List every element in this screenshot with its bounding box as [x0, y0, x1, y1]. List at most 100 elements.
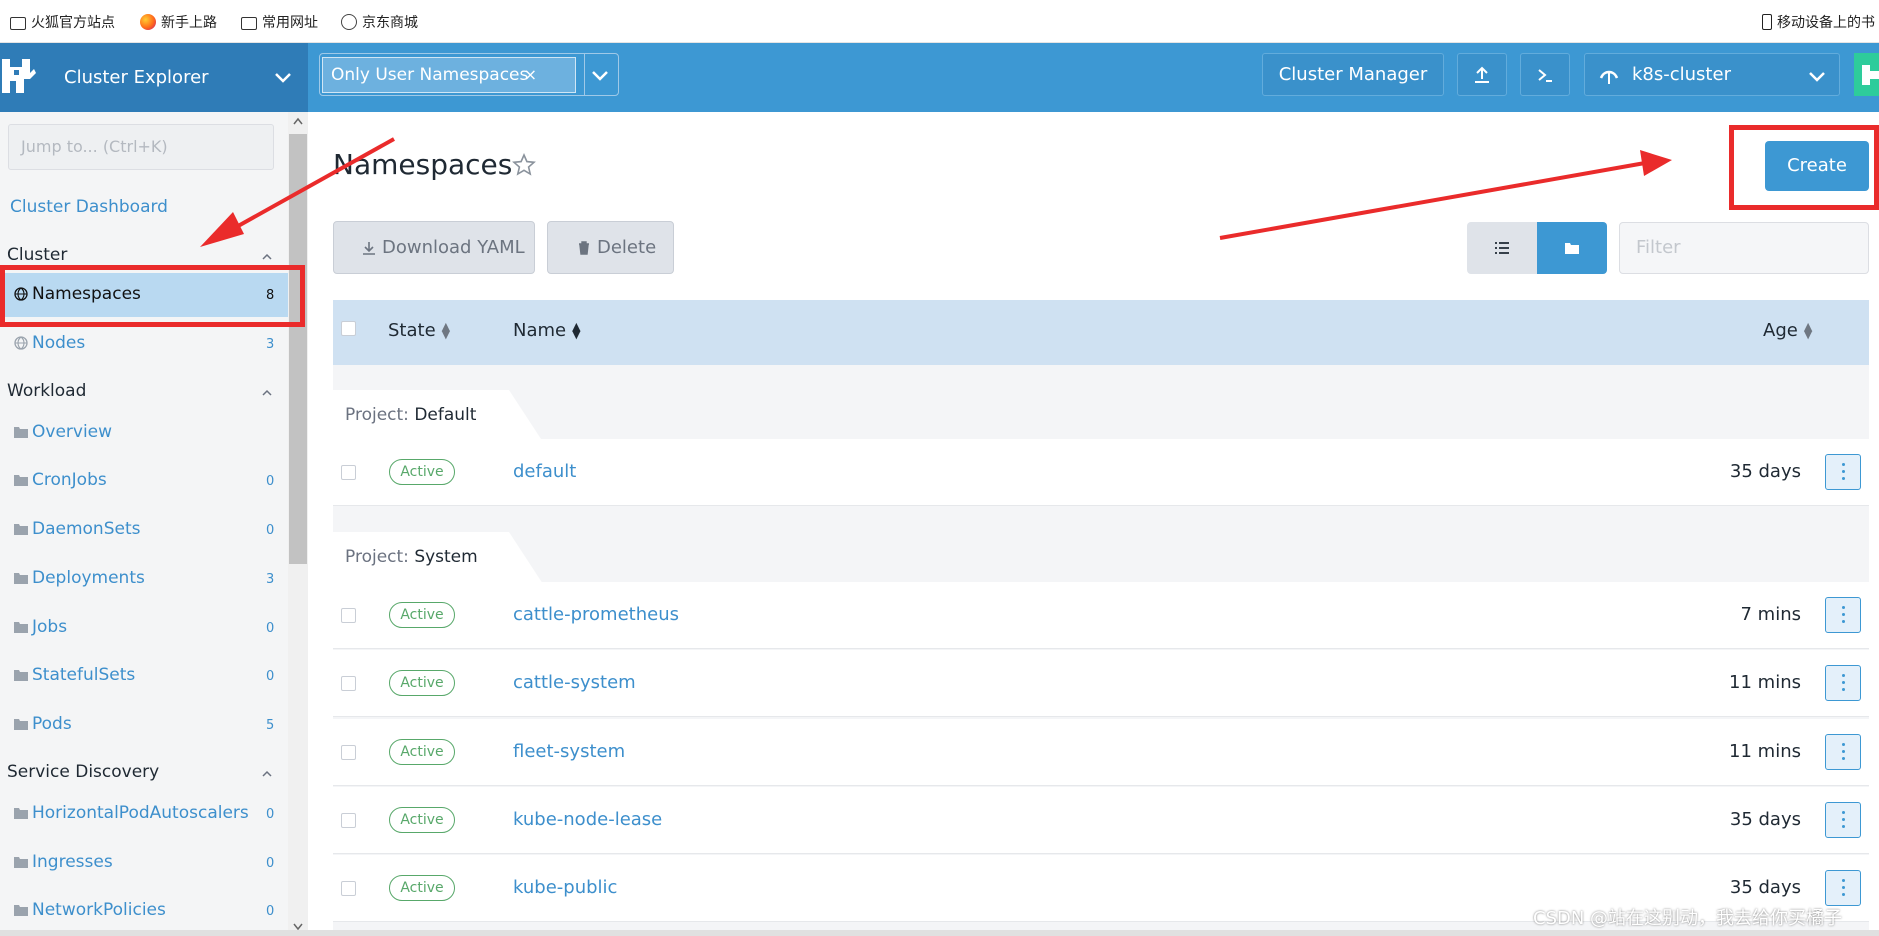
sidebar-item-daemonsets[interactable]: DaemonSets 0	[0, 508, 288, 552]
sidebar-item-ingresses[interactable]: Ingresses 0	[0, 841, 288, 885]
row-actions-button[interactable]	[1825, 870, 1861, 906]
row-checkbox[interactable]	[341, 608, 356, 623]
sidebar-item-label: Deployments	[32, 568, 145, 588]
sidebar-item-count: 0	[266, 523, 275, 538]
sort-icon: ▲ ▼	[441, 320, 451, 341]
cluster-manager-button[interactable]: Cluster Manager	[1262, 53, 1444, 96]
namespace-filter-chip[interactable]: Only User Namespaces ×	[322, 57, 576, 93]
namespace-filter-label: Only User Namespaces	[331, 65, 529, 85]
select-all-checkbox[interactable]	[341, 321, 356, 336]
row-actions-button[interactable]	[1825, 665, 1861, 701]
project-key: Project:	[345, 547, 409, 567]
filter-input[interactable]: Filter	[1619, 222, 1869, 274]
star-icon[interactable]	[512, 153, 536, 177]
row-actions-button[interactable]	[1825, 802, 1861, 838]
bookmark-jd[interactable]: 京东商城	[341, 12, 418, 32]
sidebar-item-networkpolicies[interactable]: NetworkPolicies 0	[0, 889, 288, 933]
row-actions-button[interactable]	[1825, 734, 1861, 770]
namespace-link[interactable]: kube-node-lease	[513, 809, 662, 830]
sidebar-item-label: NetworkPolicies	[32, 900, 166, 920]
scroll-up-icon[interactable]	[291, 116, 305, 126]
bookmark-label: 新手上路	[161, 15, 217, 31]
column-name[interactable]: Name ▲ ▼	[513, 320, 581, 341]
namespace-link[interactable]: default	[513, 461, 576, 482]
age-value: 35 days	[1729, 461, 1801, 482]
app-switcher[interactable]: Cluster Explorer	[0, 43, 308, 112]
status-badge: Active	[389, 670, 455, 696]
delete-button[interactable]: Delete	[547, 221, 674, 274]
bookmark-huohu[interactable]: 火狐官方站点	[10, 12, 115, 32]
sidebar-scrollbar-thumb[interactable]	[289, 134, 307, 564]
age-value: 7 mins	[1740, 604, 1802, 625]
group-cluster[interactable]: Cluster	[7, 245, 67, 265]
sidebar-item-hpa[interactable]: HorizontalPodAutoscalers 0	[0, 792, 288, 836]
list-view-toggle[interactable]	[1467, 222, 1537, 274]
row-actions-button[interactable]	[1825, 454, 1861, 490]
import-yaml-button[interactable]	[1457, 53, 1507, 96]
chevron-up-icon[interactable]	[260, 251, 274, 261]
group-workload[interactable]: Workload	[7, 381, 86, 401]
sidebar-item-statefulsets[interactable]: StatefulSets 0	[0, 654, 288, 698]
column-state-label: State	[388, 320, 436, 341]
group-header-system: Project: System	[333, 532, 543, 584]
chevron-down-icon	[1809, 72, 1825, 82]
row-checkbox[interactable]	[341, 676, 356, 691]
cluster-name: k8s-cluster	[1632, 64, 1731, 85]
project-name: Default	[414, 405, 477, 425]
chevron-down-icon[interactable]	[273, 67, 293, 87]
table-row[interactable]: Active fleet-system 11 mins	[333, 719, 1869, 786]
sidebar-item-cronjobs[interactable]: CronJobs 0	[0, 459, 288, 503]
sidebar: Jump to... (Ctrl+K) Cluster Dashboard Cl…	[0, 112, 308, 936]
row-checkbox[interactable]	[341, 745, 356, 760]
bookmark-common-sites[interactable]: 常用网址	[241, 12, 318, 32]
user-avatar[interactable]	[1854, 53, 1879, 96]
sidebar-item-nodes[interactable]: Nodes 3	[0, 322, 288, 366]
kubectl-shell-button[interactable]	[1520, 53, 1570, 96]
table-row[interactable]: Active default 35 days	[333, 439, 1869, 506]
bookmark-mobile[interactable]: 移动设备上的书	[1762, 12, 1875, 32]
delete-label: Delete	[597, 237, 657, 258]
chevron-up-icon[interactable]	[260, 768, 274, 778]
table-row[interactable]: Active cattle-prometheus 7 mins	[333, 582, 1869, 649]
namespace-link[interactable]: fleet-system	[513, 741, 625, 762]
column-state[interactable]: State ▲ ▼	[388, 320, 450, 341]
firefox-icon	[140, 14, 156, 30]
horizontal-scrollbar[interactable]	[0, 930, 1879, 936]
status-badge: Active	[389, 739, 455, 765]
remove-chip-icon[interactable]: ×	[524, 58, 537, 92]
sidebar-item-overview[interactable]: Overview	[0, 411, 288, 455]
table-row[interactable]: Active cattle-system 11 mins	[333, 650, 1869, 717]
terminal-icon	[1538, 69, 1552, 82]
group-service-discovery[interactable]: Service Discovery	[7, 762, 159, 782]
namespace-link[interactable]: kube-public	[513, 877, 617, 898]
sidebar-item-count: 3	[266, 572, 275, 587]
row-actions-button[interactable]	[1825, 597, 1861, 633]
folder-icon	[14, 524, 28, 535]
sidebar-item-label: Overview	[32, 422, 113, 442]
sidebar-item-jobs[interactable]: Jobs 0	[0, 606, 288, 650]
namespace-link[interactable]: cattle-prometheus	[513, 604, 679, 625]
bookmarks-bar: 火狐官方站点 新手上路 常用网址 京东商城 移动设备上的书	[0, 0, 1879, 43]
cluster-selector[interactable]: k8s-cluster	[1584, 53, 1840, 96]
status-badge: Active	[389, 875, 455, 901]
table-row[interactable]: Active kube-node-lease 35 days	[333, 787, 1869, 854]
sidebar-item-pods[interactable]: Pods 5	[0, 703, 288, 747]
sidebar-item-label: Jobs	[32, 617, 68, 637]
project-key: Project:	[345, 405, 409, 425]
chevron-down-icon[interactable]	[589, 65, 611, 85]
row-checkbox[interactable]	[341, 813, 356, 828]
tab-corner	[509, 390, 543, 442]
sidebar-item-deployments[interactable]: Deployments 3	[0, 557, 288, 601]
column-age[interactable]: Age ▲ ▼	[1763, 320, 1812, 341]
row-checkbox[interactable]	[341, 881, 356, 896]
namespace-link[interactable]: cattle-system	[513, 672, 636, 693]
bookmark-label: 火狐官方站点	[31, 15, 115, 31]
group-view-toggle[interactable]	[1537, 222, 1607, 274]
chevron-up-icon[interactable]	[260, 387, 274, 397]
folder-icon	[241, 16, 257, 30]
download-yaml-button[interactable]: Download YAML	[333, 221, 535, 274]
jump-to-input[interactable]: Jump to... (Ctrl+K)	[8, 124, 274, 170]
cluster-dashboard-link[interactable]: Cluster Dashboard	[10, 197, 168, 217]
bookmark-getting-started[interactable]: 新手上路	[140, 12, 217, 32]
row-checkbox[interactable]	[341, 465, 356, 480]
